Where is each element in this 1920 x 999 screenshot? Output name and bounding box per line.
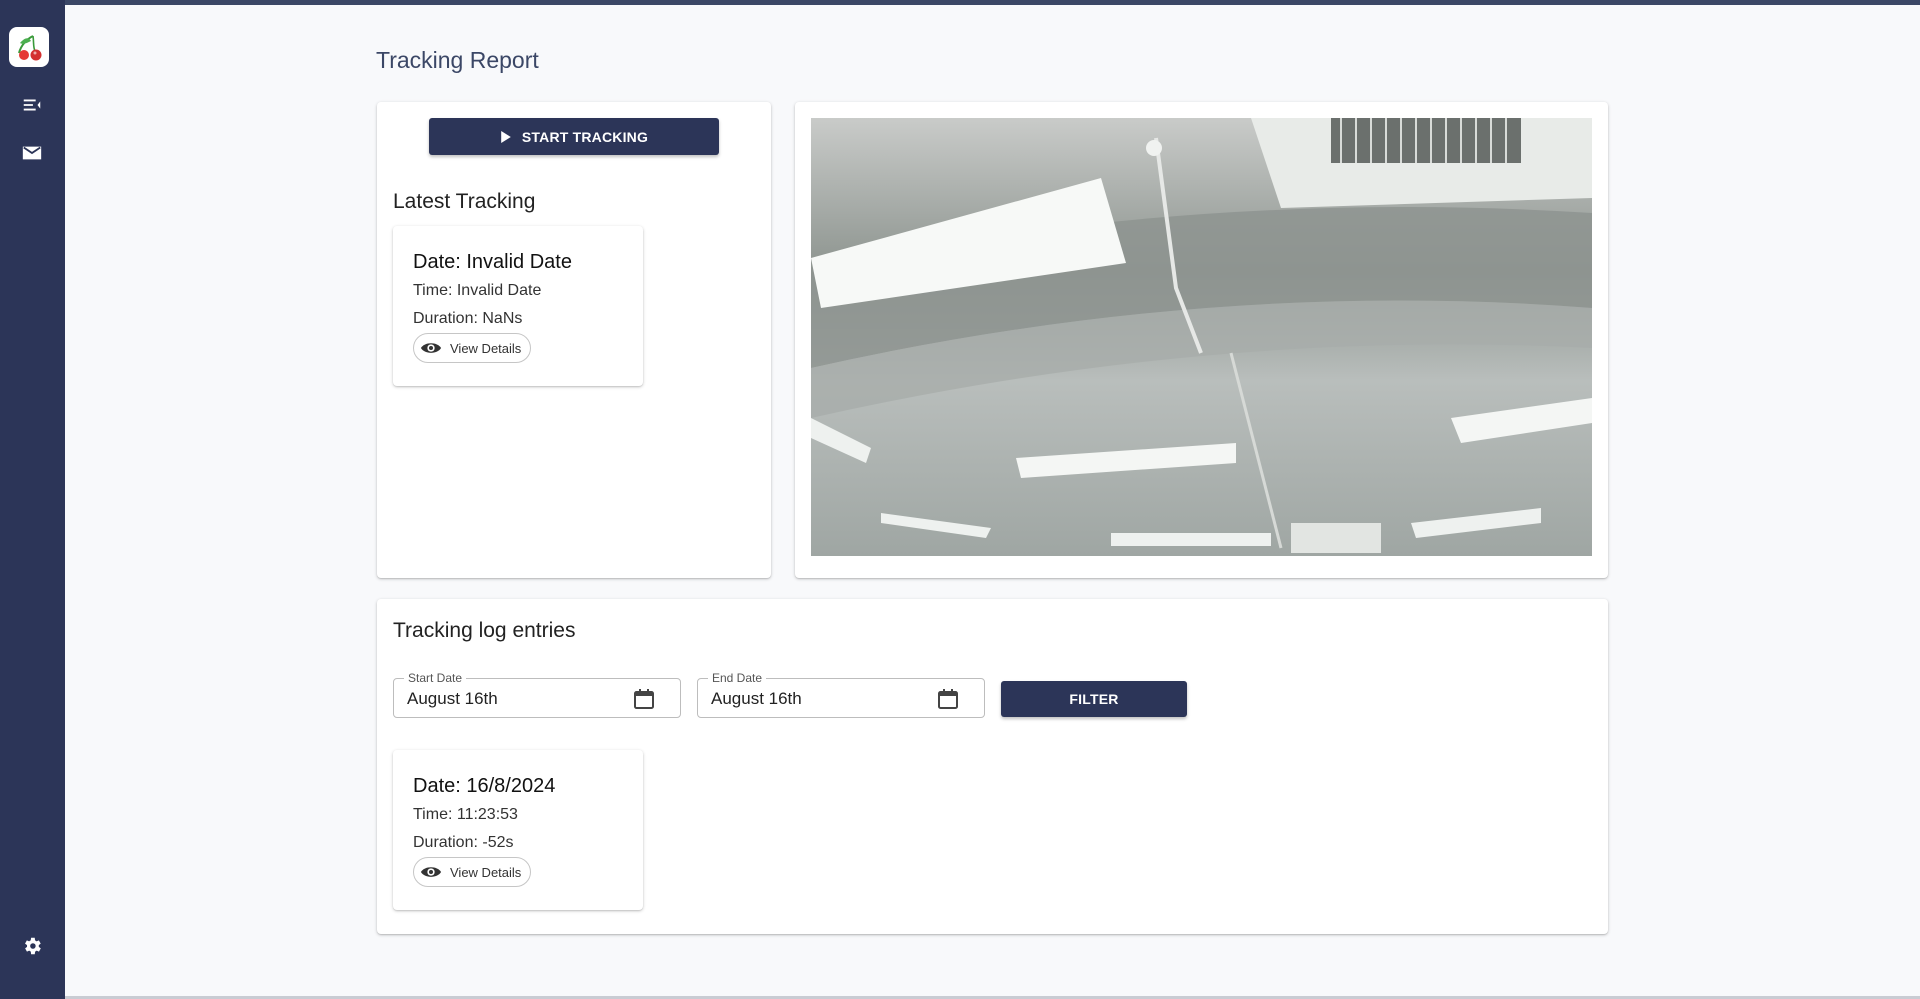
entry-duration: Duration: -52s <box>413 834 514 851</box>
eye-icon <box>420 343 442 353</box>
end-date-value: August 16th <box>711 689 802 708</box>
end-date-label: End Date <box>708 671 767 685</box>
calendar-icon[interactable] <box>632 687 656 711</box>
latest-tracking-card: Date: Invalid Date Time: Invalid Date Du… <box>393 226 643 386</box>
latest-duration: Duration: NaNs <box>413 310 523 327</box>
entry-date: Date: 16/8/2024 <box>413 775 556 797</box>
page-title: Tracking Report <box>376 47 539 73</box>
app-logo[interactable] <box>9 27 49 67</box>
latest-time: Time: Invalid Date <box>413 282 542 299</box>
gear-icon[interactable] <box>18 932 46 960</box>
latest-date: Date: Invalid Date <box>413 251 572 273</box>
start-date-label: Start Date <box>404 671 467 685</box>
play-icon <box>501 130 511 143</box>
view-details-button[interactable]: View Details <box>413 857 531 887</box>
cherry-logo-icon <box>18 35 42 61</box>
menu-collapse-icon[interactable] <box>18 91 46 119</box>
camera-feed <box>811 118 1592 556</box>
mail-icon[interactable] <box>18 139 46 167</box>
calendar-icon[interactable] <box>936 687 960 711</box>
view-details-label: View Details <box>450 340 522 356</box>
tracking-panel: START TRACKING Latest Tracking Date: Inv… <box>377 102 771 578</box>
list-item: Date: 16/8/2024 Time: 11:23:53 Duration:… <box>393 750 643 910</box>
end-date-field[interactable]: End Date August 16th <box>697 671 985 718</box>
entry-time: Time: 11:23:53 <box>413 806 518 823</box>
filter-label: FILTER <box>1069 691 1119 707</box>
start-date-value: August 16th <box>407 689 498 708</box>
latest-tracking-title: Latest Tracking <box>393 190 536 213</box>
tracking-log-title: Tracking log entries <box>393 619 576 642</box>
filter-button[interactable]: FILTER <box>1001 681 1187 717</box>
top-accent-bar <box>0 0 1920 5</box>
tracking-log-panel: Tracking log entries Start Date August 1… <box>377 599 1608 934</box>
eye-icon <box>420 867 442 877</box>
camera-feed-image <box>811 118 1592 556</box>
sidebar <box>0 0 65 999</box>
start-tracking-label: START TRACKING <box>521 128 649 145</box>
view-details-button[interactable]: View Details <box>413 333 531 363</box>
start-date-field[interactable]: Start Date August 16th <box>393 671 681 718</box>
view-details-label: View Details <box>450 864 522 880</box>
start-tracking-button[interactable]: START TRACKING <box>429 118 719 155</box>
